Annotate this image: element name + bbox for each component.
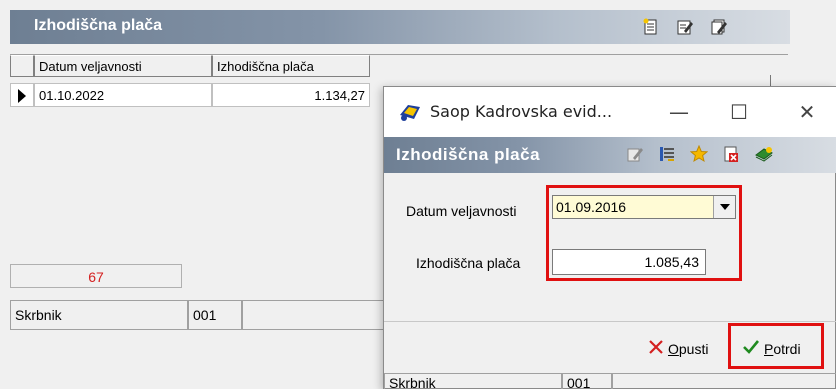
- dialog-button-row: Opusti Potrdi: [384, 323, 836, 369]
- dialog-window-titlebar: Saop Kadrovska evid... — ☐ ✕: [384, 87, 836, 137]
- chevron-down-icon: [720, 204, 730, 210]
- dialog-status-user-code: 001: [562, 373, 612, 389]
- main-toolbar: [642, 18, 728, 36]
- edit-multiple-icon[interactable]: [710, 18, 728, 36]
- status-user-label: Skrbnik: [10, 300, 188, 330]
- dialog-status-bar: Skrbnik 001: [384, 373, 836, 389]
- column-header-amount[interactable]: Izhodiščna plača: [212, 55, 370, 77]
- edit-dialog: Saop Kadrovska evid... — ☐ ✕ Izhodiščna …: [383, 86, 836, 389]
- checkmark-icon: [742, 339, 760, 358]
- record-counter: 67: [10, 264, 182, 288]
- delete-icon[interactable]: [722, 145, 740, 163]
- star-icon[interactable]: [689, 144, 709, 163]
- row-pointer-icon: [18, 89, 26, 103]
- date-label: Datum veljavnosti: [406, 203, 517, 219]
- dialog-toolbar: [626, 144, 773, 163]
- row-pointer: [10, 83, 34, 107]
- status-user-code: 001: [188, 300, 242, 330]
- help-book-icon[interactable]: [754, 145, 773, 163]
- dialog-header-bar: Izhodiščna plača: [384, 137, 836, 173]
- date-value[interactable]: 01.09.2016: [556, 199, 626, 215]
- dialog-header-title: Izhodiščna plača: [396, 145, 541, 164]
- header-pointer-cell: [10, 55, 34, 77]
- dialog-separator: [384, 321, 836, 322]
- column-header-date[interactable]: Datum veljavnosti: [34, 55, 212, 77]
- row-date-cell[interactable]: 01.10.2022: [34, 83, 212, 107]
- row-amount-cell[interactable]: 1.134,27: [212, 83, 370, 107]
- dialog-status-user-label: Skrbnik: [384, 373, 562, 389]
- close-button[interactable]: ✕: [792, 97, 822, 127]
- confirm-button[interactable]: Potrdi: [742, 339, 801, 358]
- edit-icon[interactable]: [626, 145, 644, 163]
- cancel-x-icon: [648, 339, 664, 358]
- amount-input[interactable]: 1.085,43: [552, 249, 706, 275]
- table-header: Datum veljavnosti Izhodiščna plača: [10, 55, 370, 77]
- maximize-button[interactable]: ☐: [724, 97, 754, 127]
- list-icon[interactable]: [658, 145, 676, 163]
- new-document-icon[interactable]: [642, 18, 660, 36]
- dialog-status-empty-panel: [612, 373, 836, 389]
- cancel-label: Opusti: [668, 340, 709, 357]
- date-dropdown-button[interactable]: [713, 196, 735, 218]
- confirm-label: Potrdi: [764, 340, 801, 357]
- status-empty-panel: [242, 300, 390, 330]
- dialog-window-title: Saop Kadrovska evid...: [430, 102, 613, 121]
- minimize-button[interactable]: —: [664, 97, 694, 127]
- date-combobox[interactable]: 01.09.2016: [552, 195, 736, 219]
- cancel-button[interactable]: Opusti: [648, 339, 708, 358]
- app-icon: [398, 101, 422, 126]
- amount-label: Izhodiščna plača: [416, 255, 521, 271]
- main-header-bar: Izhodiščna plača: [10, 10, 790, 44]
- dialog-form: Datum veljavnosti 01.09.2016 Izhodiščna …: [384, 173, 836, 321]
- main-header-title: Izhodiščna plača: [34, 17, 163, 34]
- edit-icon[interactable]: [676, 18, 694, 36]
